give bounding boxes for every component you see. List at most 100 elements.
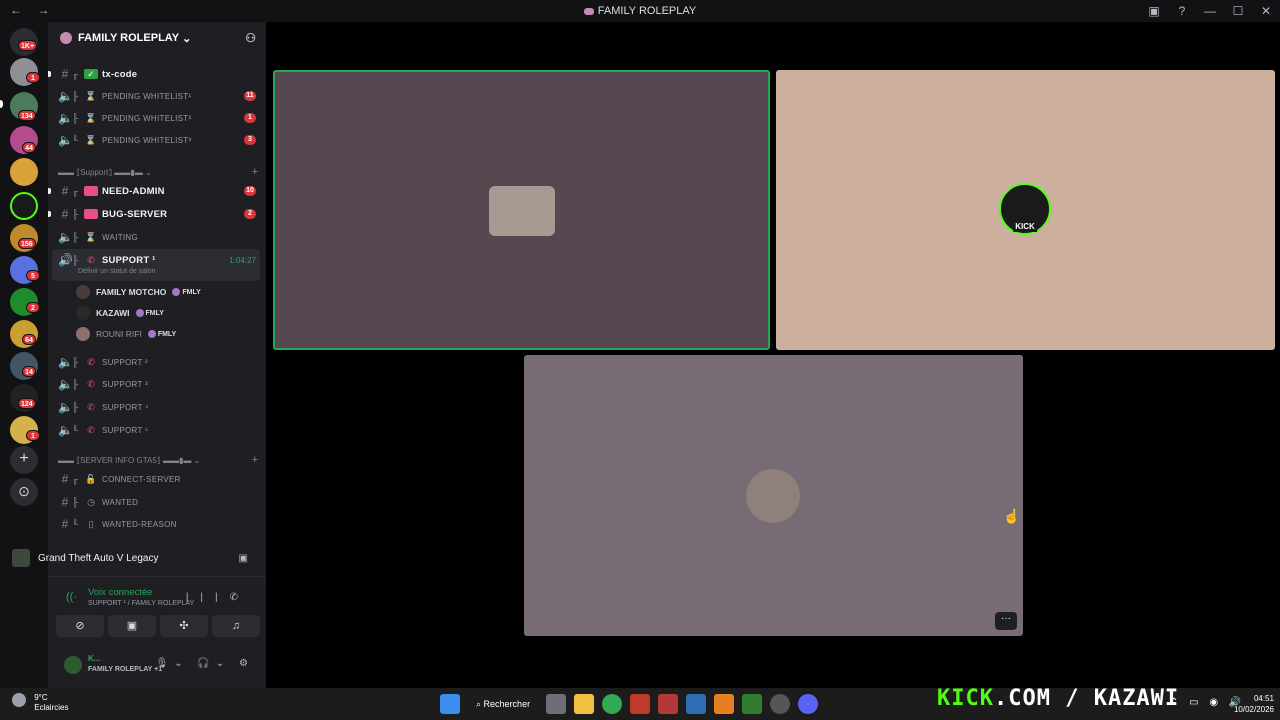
tree-icon: ╓ (72, 474, 79, 484)
phone-icon: ✆ (87, 255, 95, 265)
stream-game-icon[interactable]: ▣ (239, 553, 248, 564)
channel-bug-server[interactable]: # ╟ BUG-SERVER 2 (48, 204, 260, 224)
app-icon[interactable] (658, 694, 679, 714)
channel-wanted[interactable]: # ╟ ◷ WANTED (54, 492, 260, 512)
unread-pill (48, 71, 51, 77)
clock-icon: ◷ (87, 497, 95, 507)
mention-badge: 1 (244, 113, 256, 123)
mention-badge: 2 (244, 209, 256, 219)
server-badge: 1 (26, 72, 40, 83)
channel-wanted-reason[interactable]: # ╙ ▯ WANTED-REASON (54, 514, 260, 534)
app-icon[interactable] (630, 694, 651, 714)
tree-icon: ╟ (72, 379, 79, 389)
discord-icon[interactable] (798, 694, 819, 714)
channel-connect-server[interactable]: # ╓ 🔓 CONNECT-SERVER (54, 469, 260, 489)
task-view-icon[interactable] (546, 694, 567, 714)
hourglass-icon: ⌛ (85, 135, 97, 145)
server-icon (60, 32, 72, 44)
video-tile-2[interactable]: KICK (776, 70, 1275, 350)
minimize-button[interactable]: — (1196, 4, 1224, 18)
create-channel-icon[interactable]: + (252, 454, 258, 466)
voice-user[interactable]: ROUNI RIFI FMLY (76, 324, 176, 344)
avatar (76, 306, 90, 320)
server-badge: 44 (22, 142, 36, 153)
mention-badge: 11 (244, 91, 256, 101)
video-tile-1[interactable] (273, 70, 770, 350)
category-support[interactable]: ▬▬ ⟦Support⟧ ▬▬▮▬ ⌄ + (58, 165, 260, 179)
server-badge: 1 (26, 430, 40, 441)
unread-pill (48, 188, 51, 194)
guild-tag: FMLY (147, 330, 176, 338)
search-button[interactable]: ⌕ Rechercher (468, 693, 538, 715)
audio-controls[interactable]: 🎙⌄ 🎧⌄ ⚙ (156, 658, 254, 669)
channel-pending-whitelist-1[interactable]: 🔈 ╟ ⌛ PENDING WHITELIST¹ 11 (54, 86, 260, 106)
tree-icon: ╟ (72, 402, 79, 412)
channel-pending-whitelist-3[interactable]: 🔈 ╙ ⌛ PENDING WHITELIST³ 3 (54, 130, 260, 150)
category-server-info[interactable]: ▬▬ ⟦SERVER INFO GTA5⟧ ▬▬▮▬ ⌄ + (58, 453, 260, 467)
voice-status[interactable]: Voix connectée (88, 587, 152, 598)
weather-widget[interactable]: 9°C Eclaircies (12, 693, 68, 713)
server-badge: 156 (18, 238, 36, 249)
guild-tag-label: FMLY (182, 288, 201, 296)
kick-server-icon[interactable] (10, 192, 38, 220)
channel-support-5[interactable]: 🔈 ╙ ✆ SUPPORT ⁵ (54, 420, 260, 440)
app-icon[interactable] (714, 694, 735, 714)
hash-icon: # (61, 207, 69, 221)
close-button[interactable]: ✕ (1252, 4, 1280, 18)
set-channel-status[interactable]: Définir un statut de salon (78, 268, 155, 275)
channel-pending-whitelist-2[interactable]: 🔈 ╟ ⌛ PENDING WHITELIST² 1 (54, 108, 260, 128)
avatar: KICK (999, 183, 1051, 235)
chevron-down-icon: ⌄ (182, 32, 192, 45)
channel-support-1[interactable]: 🔊 ╟ ✆ SUPPORT ¹ 1:04:27 (54, 250, 260, 270)
channel-name: PENDING WHITELIST³ (102, 135, 192, 145)
speaker-icon: 🔈 (58, 133, 73, 147)
signal-icon: ((· (66, 591, 77, 603)
maximize-button[interactable]: ☐ (1224, 4, 1252, 18)
username: ROUNI RIFI (96, 329, 142, 339)
channel-name: CONNECT-SERVER (102, 474, 181, 484)
channel-tx-code[interactable]: # ╓ ✓ tx-code (48, 64, 260, 84)
game-activity[interactable]: Grand Theft Auto V Legacy ▣ (12, 544, 260, 572)
channel-waiting[interactable]: 🔈 ╟ ⌛ WAITING (54, 227, 260, 247)
channel-support-4[interactable]: 🔈 ╟ ✆ SUPPORT ⁴ (54, 397, 260, 417)
file-explorer-icon[interactable] (574, 694, 595, 714)
app-icon[interactable] (742, 694, 763, 714)
guild-tag: FMLY (172, 288, 201, 296)
weather-text: Eclaircies (34, 703, 69, 712)
windows-start-icon[interactable] (440, 694, 460, 714)
server-header[interactable]: FAMILY ROLEPLAY ⌄ ⚇ (48, 22, 266, 54)
voice-user[interactable]: FAMILY MOTCHO FMLY (76, 282, 201, 302)
soundboard-icon[interactable]: ♫ (212, 615, 260, 637)
voice-channel[interactable]: SUPPORT ¹ / FAMILY ROLEPLAY (88, 600, 194, 607)
voice-user[interactable]: KAZAWI FMLY (76, 303, 164, 323)
help-icon[interactable]: ? (1168, 4, 1196, 18)
app-icon[interactable] (770, 694, 791, 714)
invite-people-icon[interactable]: ⚇ (245, 31, 256, 45)
tree-icon: ╙ (72, 135, 79, 145)
screen-share-icon[interactable]: ▣ (1140, 4, 1168, 18)
video-tile-3[interactable]: ··· (524, 355, 1023, 636)
channel-support-2[interactable]: 🔈 ╟ ✆ SUPPORT ² (54, 352, 260, 372)
kick-badge: KICK (1013, 222, 1037, 232)
tree-icon: ╟ (72, 232, 79, 242)
avatar[interactable] (64, 656, 82, 674)
activities-icon[interactable]: ✣ (160, 615, 208, 637)
channel-need-admin[interactable]: # ╓ NEED-ADMIN 10 (48, 181, 260, 201)
speaker-icon: 🔈 (58, 89, 73, 103)
server-icon-5[interactable] (10, 158, 38, 186)
create-channel-icon[interactable]: + (252, 166, 258, 178)
sos-icon (84, 186, 98, 196)
channel-support-3[interactable]: 🔈 ╟ ✆ SUPPORT ³ (54, 374, 260, 394)
discover-icon[interactable]: ⊙ (10, 478, 38, 506)
more-options-button[interactable]: ··· (995, 612, 1017, 630)
speaker-icon: 🔈 (58, 377, 73, 391)
chrome-icon[interactable] (602, 694, 623, 714)
tree-icon: ╟ (72, 209, 79, 219)
voice-controls[interactable]: |||✆ (186, 592, 250, 603)
tree-icon: ╓ (72, 69, 79, 79)
clock[interactable]: 04:51 10/02/2026 (1234, 693, 1274, 715)
screen-share-icon[interactable]: ▣ (108, 615, 156, 637)
camera-off-icon[interactable]: ⊘ (56, 615, 104, 637)
app-icon[interactable] (686, 694, 707, 714)
add-server-button[interactable]: + (10, 446, 38, 474)
